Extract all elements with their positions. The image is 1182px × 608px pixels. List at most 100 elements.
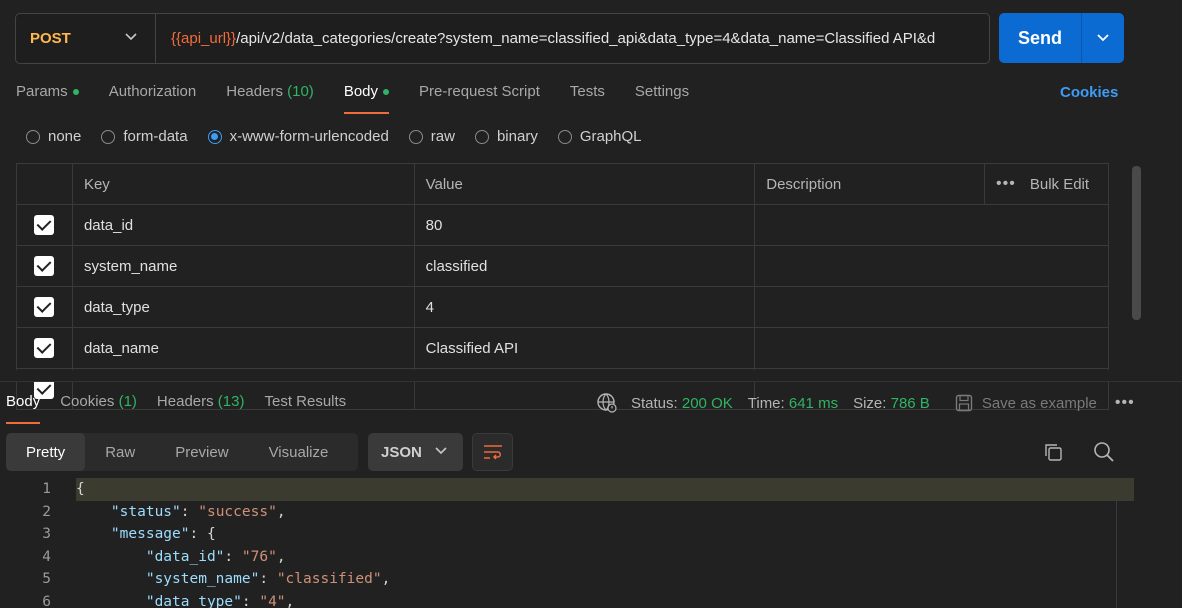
tab-headers[interactable]: Headers (10) (226, 80, 314, 114)
row-checkbox-cell (16, 286, 73, 328)
value-cell[interactable]: 80 (413, 204, 756, 246)
url-variable: {{api_url}} (171, 30, 237, 47)
chevron-down-icon (1097, 34, 1109, 42)
tab-response-cookies[interactable]: Cookies (1) (60, 390, 137, 424)
wrap-lines-button[interactable] (472, 433, 513, 471)
view-tab-preview[interactable]: Preview (155, 433, 248, 471)
key-cell[interactable]: system_name (71, 245, 415, 287)
tab-label: Headers (226, 83, 283, 100)
send-button[interactable]: Send (999, 13, 1082, 63)
tab-settings[interactable]: Settings (635, 80, 689, 114)
body-type-radios: none form-data x-www-form-urlencoded raw… (26, 128, 662, 145)
row-checkbox[interactable] (34, 215, 55, 235)
response-code-view[interactable]: 1 { 2 "status": "success", 3 "message": … (0, 478, 1182, 608)
row-checkbox-cell (16, 327, 73, 369)
tab-label: Pre-request Script (419, 83, 540, 100)
code-content: "data_id": "76", (145, 548, 286, 565)
key-cell[interactable]: data_id (71, 204, 415, 246)
tab-response-headers[interactable]: Headers (13) (157, 390, 245, 424)
save-as-example-button[interactable]: Save as example (955, 394, 1097, 412)
line-number: 2 (42, 503, 51, 520)
radio-form-data[interactable]: form-data (101, 128, 188, 145)
tab-body[interactable]: Body (343, 80, 390, 114)
checkbox-header (16, 163, 73, 205)
active-dot-icon (72, 89, 79, 96)
radio-circle (26, 129, 40, 144)
save-as-example-label: Save as example (981, 394, 1097, 412)
code-line: 6 "data_type": "4", (0, 591, 1182, 608)
value-cell[interactable]: classified (413, 245, 756, 287)
chevron-down-icon (125, 33, 137, 41)
description-cell[interactable] (754, 327, 1109, 369)
search-button[interactable] (1093, 441, 1115, 467)
method-label: POST (30, 30, 71, 47)
value-cell[interactable]: Classified API (413, 327, 756, 369)
send-options-button[interactable] (1082, 13, 1124, 63)
more-options-icon[interactable]: ••• (1115, 394, 1135, 412)
more-options-icon[interactable]: ••• (996, 175, 1016, 193)
view-tab-raw[interactable]: Raw (85, 433, 155, 471)
line-number: 6 (42, 593, 51, 608)
tab-label: Body (6, 393, 41, 410)
response-meta: Status: 200 OK Time: 641 ms Size: 786 B … (596, 392, 1135, 414)
pane-divider[interactable] (0, 381, 1182, 382)
radio-raw[interactable]: raw (408, 128, 455, 145)
code-line: 4 "data_id": "76", (0, 546, 1182, 569)
view-tab-visualize[interactable]: Visualize (249, 433, 349, 471)
code-line: 1 { (0, 478, 1182, 501)
tab-count: (1) (118, 393, 137, 410)
tab-pre-request-script[interactable]: Pre-request Script (419, 80, 540, 114)
description-cell[interactable] (754, 245, 1109, 287)
table-header-row: Key Value Description ••• Bulk Edit (16, 163, 1109, 205)
tab-authorization[interactable]: Authorization (109, 80, 197, 114)
radio-binary[interactable]: binary (474, 128, 538, 145)
tab-label: Tests (569, 83, 605, 100)
tab-response-body[interactable]: Body (6, 390, 41, 424)
key-cell[interactable]: data_type (71, 286, 415, 328)
request-bar: POST {{api_url}}/api/v2/data_categories/… (15, 13, 990, 64)
row-checkbox[interactable] (34, 338, 55, 358)
radio-label: none (48, 128, 82, 145)
method-select[interactable]: POST (16, 14, 156, 63)
description-cell[interactable] (754, 286, 1109, 328)
row-checkbox[interactable] (34, 256, 55, 276)
tab-label: Body (343, 83, 379, 100)
format-select[interactable]: JSON (368, 433, 463, 471)
table-scrollbar[interactable] (1132, 166, 1141, 320)
time-label: Time: (747, 394, 785, 412)
table-actions: ••• Bulk Edit (984, 163, 1109, 205)
time-value[interactable]: 641 ms (789, 395, 838, 412)
chevron-down-icon (435, 447, 447, 455)
cookies-link[interactable]: Cookies (1060, 84, 1118, 101)
tab-params[interactable]: Params (16, 80, 79, 114)
value-cell[interactable]: 4 (413, 286, 756, 328)
tab-label: Settings (634, 83, 690, 100)
tab-label: Test Results (264, 393, 347, 410)
request-tabs: Params Authorization Headers (10) Body P… (16, 80, 719, 114)
tab-tests[interactable]: Tests (570, 80, 605, 114)
copy-button[interactable] (1042, 441, 1064, 467)
view-tab-pretty[interactable]: Pretty (6, 433, 86, 471)
description-cell[interactable] (754, 204, 1109, 246)
line-number: 1 (42, 481, 51, 497)
url-input[interactable]: {{api_url}}/api/v2/data_categories/creat… (156, 30, 989, 47)
bulk-edit-link[interactable]: Bulk Edit (1030, 176, 1089, 193)
description-header: Description (754, 163, 986, 205)
radio-x-www-form-urlencoded[interactable]: x-www-form-urlencoded (207, 128, 389, 145)
globe-icon[interactable] (596, 392, 618, 414)
row-checkbox-cell (16, 204, 73, 246)
search-icon (1094, 442, 1114, 462)
radio-none[interactable]: none (26, 128, 81, 145)
key-cell[interactable]: data_name (71, 327, 415, 369)
radio-circle (207, 129, 222, 144)
code-line: 2 "status": "success", (0, 501, 1182, 524)
size-value[interactable]: 786 B (891, 395, 930, 412)
tab-test-results[interactable]: Test Results (264, 390, 346, 424)
radio-graphql[interactable]: GraphQL (557, 128, 642, 145)
row-checkbox[interactable] (34, 297, 55, 317)
table-row: data_id 80 (16, 204, 1109, 246)
status-value[interactable]: 200 OK (682, 395, 733, 412)
row-checkbox-cell (16, 245, 73, 287)
wrap-lines-icon (483, 445, 502, 460)
radio-label: form-data (123, 128, 188, 145)
